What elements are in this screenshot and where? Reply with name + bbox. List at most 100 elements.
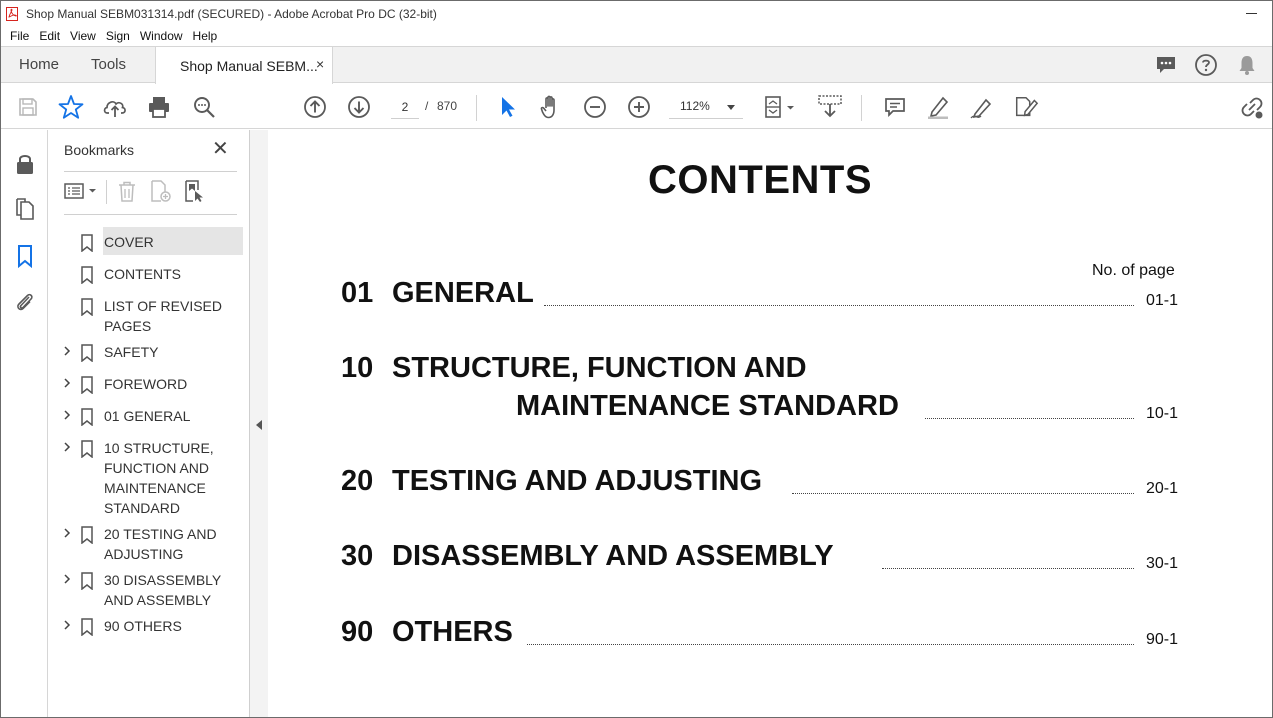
- comment-bubble-icon[interactable]: [1154, 53, 1178, 77]
- bookmark-search-icon[interactable]: [183, 180, 205, 202]
- section-page-number: 90-1: [1146, 631, 1179, 648]
- dot-leader: [792, 493, 1134, 494]
- close-panel-button[interactable]: ✕: [212, 139, 229, 159]
- lock-icon[interactable]: [13, 152, 37, 176]
- section-number: 90: [341, 616, 374, 648]
- scroll-mode-button[interactable]: [816, 94, 844, 120]
- page-display-button[interactable]: [761, 94, 797, 120]
- bookmark-star-button[interactable]: [58, 94, 84, 120]
- save-button[interactable]: [15, 94, 41, 120]
- print-button[interactable]: [146, 94, 172, 120]
- contents-entry[interactable]: 30 DISASSEMBLY AND ASSEMBLY 30-1: [341, 540, 1186, 578]
- next-page-button[interactable]: [346, 94, 372, 120]
- chevron-right-icon[interactable]: [62, 408, 72, 422]
- comment-icon: [885, 98, 905, 118]
- chevron-right-icon[interactable]: [62, 376, 72, 390]
- minus-circle-icon: [584, 96, 606, 118]
- zoom-in-button[interactable]: [626, 94, 652, 120]
- draw-button[interactable]: [969, 94, 995, 120]
- bookmark-label: COVER: [104, 234, 154, 250]
- delete-bookmark-icon[interactable]: [116, 180, 138, 202]
- attachments-paperclip-icon[interactable]: [13, 290, 37, 314]
- magnify-search-icon: [194, 97, 215, 118]
- section-page-number: 01-1: [1146, 292, 1179, 309]
- zoom-out-button[interactable]: [582, 94, 608, 120]
- tab-document[interactable]: Shop Manual SEBM... ×: [155, 46, 333, 84]
- bookmark-panel-icon[interactable]: [13, 244, 37, 268]
- section-page-number: 20-1: [1146, 480, 1179, 497]
- section-number: 20: [341, 465, 374, 497]
- section-number: 01: [341, 277, 374, 309]
- page-number-input[interactable]: 2: [391, 95, 419, 119]
- chevron-right-icon[interactable]: [62, 618, 72, 632]
- previous-page-button[interactable]: [302, 94, 328, 120]
- zoom-level-dropdown[interactable]: 112%: [669, 95, 743, 119]
- bookmark-options-icon[interactable]: [64, 180, 98, 202]
- bookmarks-panel-title: Bookmarks: [64, 142, 135, 158]
- chevron-right-icon[interactable]: [62, 526, 72, 540]
- tab-home[interactable]: Home: [19, 47, 59, 83]
- tab-document-label: Shop Manual SEBM...: [180, 58, 318, 74]
- fill-sign-button[interactable]: [1013, 94, 1039, 120]
- menu-help[interactable]: Help: [188, 29, 223, 43]
- chevron-right-icon[interactable]: [62, 344, 72, 358]
- minimize-button[interactable]: [1246, 7, 1258, 19]
- section-title: OTHERS: [392, 616, 513, 648]
- page-count: 870: [437, 99, 458, 113]
- section-title: GENERAL: [392, 277, 534, 309]
- bookmark-icon: [81, 344, 93, 362]
- share-link-button[interactable]: [1239, 94, 1265, 120]
- tab-close-button[interactable]: ×: [316, 56, 324, 72]
- contents-entry[interactable]: 90 OTHERS 90-1: [341, 616, 1186, 654]
- upload-cloud-button[interactable]: [102, 94, 128, 120]
- select-tool-button[interactable]: [494, 94, 520, 120]
- menu-window[interactable]: Window: [135, 29, 188, 43]
- page-heading: CONTENTS: [648, 158, 872, 202]
- tab-tools[interactable]: Tools: [91, 47, 126, 83]
- bookmark-icon: [81, 440, 93, 458]
- chevron-right-icon[interactable]: [62, 572, 72, 586]
- navigation-rail: [1, 130, 48, 717]
- acrobat-icon: [6, 6, 18, 21]
- find-text-button[interactable]: [191, 94, 217, 120]
- menu-view[interactable]: View: [65, 29, 101, 43]
- highlight-button[interactable]: [925, 94, 951, 120]
- dot-leader: [527, 644, 1134, 645]
- star-icon: [58, 95, 84, 119]
- cursor-arrow-icon: [502, 97, 515, 117]
- add-comment-button[interactable]: [882, 94, 908, 120]
- contents-entry[interactable]: 10 STRUCTURE, FUNCTION AND MAINTENANCE STA…: [341, 352, 1186, 432]
- menu-edit[interactable]: Edit: [34, 29, 65, 43]
- pen-draw-icon: [970, 98, 992, 119]
- acrobat-window: Shop Manual SEBM031314.pdf (SECURED) - A…: [0, 0, 1273, 718]
- chevron-right-icon[interactable]: [62, 440, 72, 454]
- bookmark-icon: [81, 266, 93, 284]
- section-title: DISASSEMBLY AND ASSEMBLY: [392, 540, 834, 572]
- help-icon[interactable]: [1194, 53, 1218, 77]
- new-bookmark-icon[interactable]: [149, 180, 171, 202]
- hand-tool-button[interactable]: [538, 94, 564, 120]
- panel-splitter[interactable]: [250, 130, 268, 717]
- toolbar-divider: [106, 180, 107, 204]
- notification-bell-icon[interactable]: [1235, 53, 1259, 77]
- bookmark-label: 20 TESTING AND ADJUSTING: [104, 526, 217, 562]
- arrow-up-circle-icon: [304, 96, 326, 118]
- menu-sign[interactable]: Sign: [101, 29, 135, 43]
- link-icon: [1241, 97, 1263, 119]
- bookmark-label: 10 STRUCTURE, FUNCTION AND MAINTENANCE S…: [104, 440, 214, 516]
- document-edit-icon: [1015, 96, 1039, 117]
- contents-entry[interactable]: 01 GENERAL 01-1: [341, 277, 1186, 315]
- document-view: CONTENTS No. of page 01 GENERAL 01-1 10 STRU…: [268, 130, 1272, 717]
- bookmark-icon: [81, 572, 93, 590]
- toolbar-divider: [861, 95, 862, 121]
- bookmark-icon: [81, 298, 93, 316]
- menu-file[interactable]: File: [5, 29, 34, 43]
- collapse-panel-arrow-icon[interactable]: [256, 420, 262, 430]
- page-thumbnails-icon[interactable]: [13, 197, 37, 221]
- section-title: TESTING AND ADJUSTING: [392, 465, 763, 497]
- bookmark-label: CONTENTS: [104, 266, 181, 282]
- contents-entry[interactable]: 20 TESTING AND ADJUSTING 20-1: [341, 465, 1186, 503]
- bookmark-label: 01 GENERAL: [104, 408, 191, 424]
- tab-bar: Home Tools Shop Manual SEBM... ×: [1, 46, 1272, 84]
- bookmark-label: LIST OF REVISED PAGES: [104, 298, 222, 334]
